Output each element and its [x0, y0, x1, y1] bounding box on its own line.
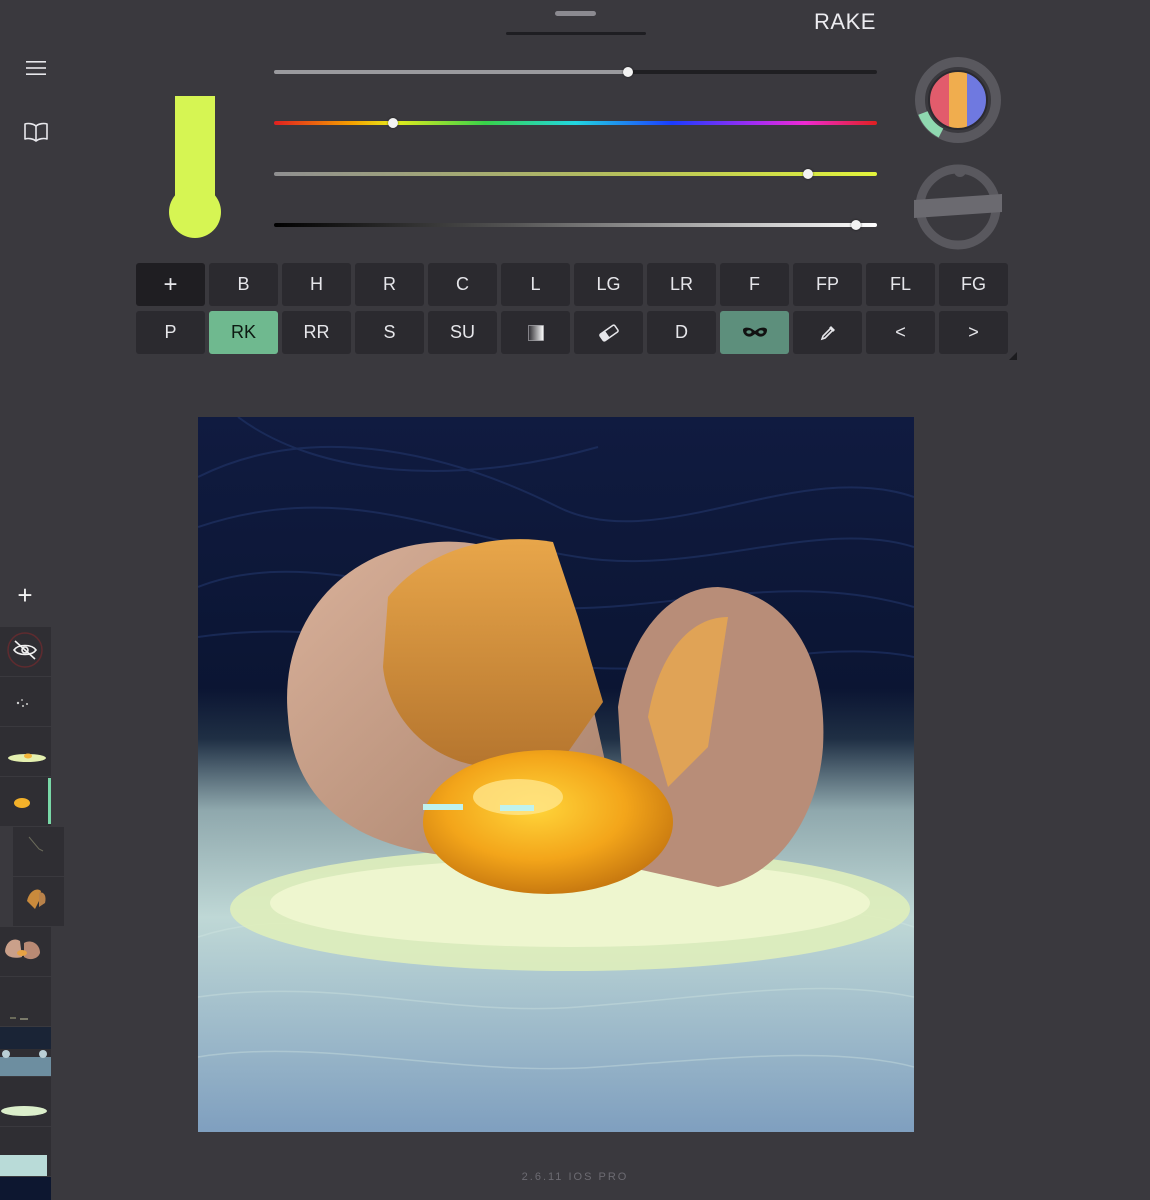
add-layer-button[interactable]: + [8, 578, 42, 612]
tool-b[interactable]: B [209, 263, 278, 306]
layer-preview [14, 798, 30, 808]
eraser-icon [598, 323, 619, 342]
layer-preview [10, 1017, 28, 1020]
gradient-tool-button[interactable] [501, 311, 570, 354]
layer-thumb[interactable] [13, 827, 64, 876]
layer-thumb[interactable] [13, 877, 64, 926]
eraser-tool-button[interactable] [574, 311, 643, 354]
layer-preview [1, 1106, 47, 1116]
brush-color-preview[interactable] [169, 96, 221, 238]
selected-layer-indicator [48, 778, 51, 824]
tool-su[interactable]: SU [428, 311, 497, 354]
opacity-slider[interactable] [274, 62, 877, 82]
layer-thumb[interactable] [0, 727, 51, 776]
book-icon [24, 122, 48, 142]
tool-h[interactable]: H [282, 263, 351, 306]
brush-preview-tip [169, 186, 221, 238]
tool-f[interactable]: F [720, 263, 789, 306]
eye-slash-icon [7, 632, 43, 668]
slider-knob[interactable] [387, 118, 398, 128]
tool-lr[interactable]: LR [647, 263, 716, 306]
tool-rk[interactable]: RK [209, 311, 278, 354]
slider-track [274, 223, 877, 227]
drag-handle[interactable] [555, 11, 596, 16]
tool-l[interactable]: L [501, 263, 570, 306]
panel-divider [506, 32, 646, 35]
layer-thumb[interactable] [0, 677, 51, 726]
drawing-canvas[interactable] [198, 417, 914, 1132]
next-button[interactable]: > [939, 311, 1008, 354]
tool-fp[interactable]: FP [793, 263, 862, 306]
color-palette-dial[interactable] [913, 55, 1003, 145]
slider-track [274, 121, 877, 125]
tool-c[interactable]: C [428, 263, 497, 306]
layer-preview [5, 939, 40, 960]
tool-rr[interactable]: RR [282, 311, 351, 354]
slider-track [274, 70, 877, 74]
layer-thumb[interactable] [0, 1027, 51, 1076]
brightness-slider[interactable] [274, 215, 877, 235]
layer-preview [28, 836, 44, 852]
layer-thumb[interactable] [0, 1127, 51, 1176]
slider-knob[interactable] [622, 67, 633, 77]
slider-knob[interactable] [850, 220, 861, 230]
layer-preview [0, 1027, 51, 1076]
menu-button[interactable] [14, 46, 58, 90]
slider-knob[interactable] [803, 169, 814, 179]
slider-track [274, 172, 877, 176]
tool-grid: + B H R C L LG LR F FP FL FG P RK RR S S… [136, 263, 1008, 354]
menu-icon [26, 61, 46, 75]
previous-button[interactable]: < [866, 311, 935, 354]
tool-p[interactable]: P [136, 311, 205, 354]
gradient-icon [527, 324, 544, 341]
tool-s[interactable]: S [355, 311, 424, 354]
saturation-slider[interactable] [274, 164, 877, 184]
rotation-dial-icon [914, 164, 1002, 250]
mask-icon [742, 327, 767, 337]
hue-slider[interactable] [274, 113, 877, 133]
canvas-artwork [198, 417, 914, 1132]
layer-preview [27, 889, 46, 909]
current-tool-title: RAKE [814, 9, 876, 34]
version-label: 2.6.11 IOS PRO [521, 1171, 629, 1183]
tool-fg[interactable]: FG [939, 263, 1008, 306]
library-button[interactable] [14, 110, 58, 154]
add-tool-button[interactable]: + [136, 263, 205, 306]
layer-preview [8, 753, 46, 762]
tool-fl[interactable]: FL [866, 263, 935, 306]
layer-thumb[interactable] [0, 927, 51, 976]
layer-thumb[interactable] [0, 1177, 51, 1200]
layer-preview [0, 1155, 47, 1176]
brush-angle-dial[interactable] [913, 162, 1003, 252]
layer-thumb[interactable] [0, 977, 51, 1026]
toolbar-resize-handle[interactable] [1009, 352, 1017, 360]
palette-wheel-icon [915, 57, 1001, 143]
layer-thumb-selected[interactable] [0, 777, 51, 826]
tool-d[interactable]: D [647, 311, 716, 354]
tool-r[interactable]: R [355, 263, 424, 306]
eyedropper-tool-button[interactable] [793, 311, 862, 354]
layer-hidden[interactable] [0, 627, 51, 676]
eyedropper-icon [820, 325, 835, 340]
tool-lg[interactable]: LG [574, 263, 643, 306]
mask-tool-button[interactable] [720, 311, 789, 354]
layer-thumb[interactable] [0, 1077, 51, 1126]
layer-preview [16, 699, 28, 707]
